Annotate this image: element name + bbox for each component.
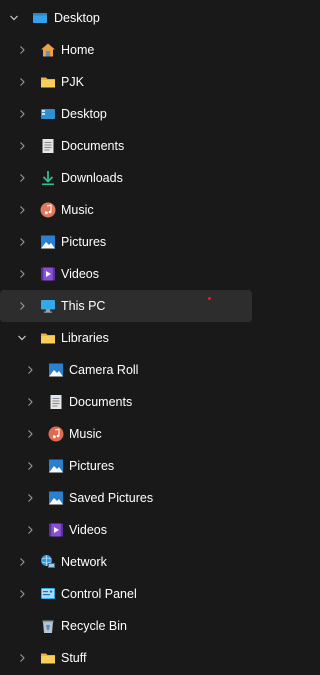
desktop-folder-icon <box>32 10 48 26</box>
network-icon <box>40 554 56 570</box>
chevron-right-icon[interactable] <box>25 493 35 503</box>
tree-item-label: Documents <box>69 395 133 409</box>
tree-item-label: Music <box>61 203 94 217</box>
chevron-right-icon[interactable] <box>17 141 27 151</box>
chevron-right-icon[interactable] <box>17 589 27 599</box>
tree-item-label: This PC <box>61 299 106 313</box>
tree-item-label: Saved Pictures <box>69 491 154 505</box>
chevron-right-icon[interactable] <box>17 237 27 247</box>
tree-item-library-documents[interactable]: Documents <box>0 386 254 418</box>
music-icon <box>48 426 64 442</box>
home-icon <box>40 42 56 58</box>
videos-icon <box>40 266 56 282</box>
chevron-right-icon[interactable] <box>25 365 35 375</box>
recycle-bin-icon <box>40 618 56 634</box>
tree-item-label: Pictures <box>69 459 115 473</box>
red-indicator-dot <box>208 297 211 300</box>
tree-item-recycle-bin[interactable]: Recycle Bin <box>0 610 254 642</box>
tree-item-desktop[interactable]: Desktop <box>0 98 254 130</box>
tree-item-label: Pictures <box>61 235 107 249</box>
pictures-icon <box>48 490 64 506</box>
tree-item-videos[interactable]: Videos <box>0 258 254 290</box>
chevron-right-icon[interactable] <box>17 205 27 215</box>
folder-icon <box>40 330 56 346</box>
tree-item-label: Home <box>61 43 95 57</box>
downloads-icon <box>40 170 56 186</box>
tree-item-control-panel[interactable]: Control Panel <box>0 578 254 610</box>
music-icon <box>40 202 56 218</box>
videos-icon <box>48 522 64 538</box>
chevron-right-icon[interactable] <box>17 557 27 567</box>
tree-item-label: Control Panel <box>61 587 137 601</box>
chevron-right-icon[interactable] <box>17 77 27 87</box>
tree-item-label: Videos <box>61 267 99 281</box>
tree-item-label: Videos <box>69 523 107 537</box>
desktop-icon <box>40 106 56 122</box>
tree-item-libraries[interactable]: Libraries <box>0 322 254 354</box>
tree-item-saved-pictures[interactable]: Saved Pictures <box>0 482 254 514</box>
tree-item-library-videos[interactable]: Videos <box>0 514 254 546</box>
pictures-icon <box>48 362 64 378</box>
tree-item-downloads[interactable]: Downloads <box>0 162 254 194</box>
chevron-right-icon[interactable] <box>25 461 35 471</box>
tree-item-pjk[interactable]: PJK <box>0 66 254 98</box>
documents-icon <box>48 394 64 410</box>
tree-item-label: Recycle Bin <box>61 619 127 633</box>
folder-icon <box>40 650 56 666</box>
chevron-right-icon[interactable] <box>17 653 27 663</box>
tree-item-library-pictures[interactable]: Pictures <box>0 450 254 482</box>
control-panel-icon <box>40 586 56 602</box>
tree-item-desktop-root[interactable]: Desktop <box>0 2 254 34</box>
chevron-right-icon[interactable] <box>25 397 35 407</box>
tree-item-documents[interactable]: Documents <box>0 130 254 162</box>
chevron-down-icon[interactable] <box>9 13 19 23</box>
tree-item-this-pc[interactable]: This PC <box>0 290 252 322</box>
pictures-icon <box>40 234 56 250</box>
chevron-right-icon[interactable] <box>17 173 27 183</box>
tree-item-pictures[interactable]: Pictures <box>0 226 254 258</box>
tree-item-camera-roll[interactable]: Camera Roll <box>0 354 254 386</box>
tree-item-network[interactable]: Network <box>0 546 254 578</box>
pictures-icon <box>48 458 64 474</box>
chevron-right-icon[interactable] <box>17 109 27 119</box>
chevron-right-icon[interactable] <box>17 45 27 55</box>
tree-item-label: Libraries <box>61 331 109 345</box>
documents-icon <box>40 138 56 154</box>
tree-item-label: Desktop <box>54 11 100 25</box>
this-pc-icon <box>40 298 56 314</box>
tree-item-library-music[interactable]: Music <box>0 418 254 450</box>
tree-item-label: Documents <box>61 139 125 153</box>
chevron-right-icon[interactable] <box>17 269 27 279</box>
navigation-tree: Desktop Home PJK Desktop Documents Downl… <box>0 0 254 675</box>
tree-item-label: Camera Roll <box>69 363 139 377</box>
chevron-right-icon[interactable] <box>17 301 27 311</box>
chevron-down-icon[interactable] <box>17 333 27 343</box>
tree-item-home[interactable]: Home <box>0 34 254 66</box>
chevron-right-icon[interactable] <box>25 525 35 535</box>
tree-item-label: PJK <box>61 75 84 89</box>
chevron-right-icon[interactable] <box>25 429 35 439</box>
tree-item-label: Downloads <box>61 171 123 185</box>
folder-icon <box>40 74 56 90</box>
tree-item-label: Desktop <box>61 107 107 121</box>
tree-item-label: Music <box>69 427 102 441</box>
tree-item-stuff[interactable]: Stuff <box>0 642 254 674</box>
tree-item-label: Stuff <box>61 651 87 665</box>
tree-item-label: Network <box>61 555 107 569</box>
tree-item-music[interactable]: Music <box>0 194 254 226</box>
